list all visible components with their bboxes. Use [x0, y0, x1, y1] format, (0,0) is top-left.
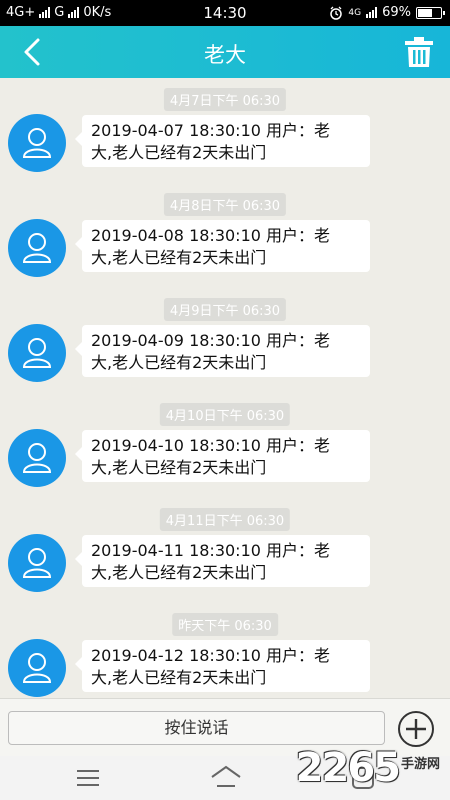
user-icon [22, 338, 52, 368]
message-list[interactable]: 4月7日下午 06:30 2019-04-07 18:30:10 用户：老 大,… [0, 78, 450, 698]
status-bar: 4G+ G 0K/s 14:30 4G 69% [0, 0, 450, 26]
message-line: 大,老人已经有2天未出门 [91, 563, 267, 582]
message-line: 2019-04-12 18:30:10 用户：老 [91, 646, 331, 665]
message-time: 昨天下午 06:30 [172, 613, 278, 636]
plus-icon[interactable] [397, 710, 435, 748]
avatar[interactable] [8, 324, 66, 382]
message-line: 大,老人已经有2天未出门 [91, 248, 267, 267]
message-line: 2019-04-09 18:30:10 用户：老 [91, 331, 331, 350]
message-line: 2019-04-11 18:30:10 用户：老 [91, 541, 331, 560]
watermark-suffix: 手游网 [400, 757, 440, 772]
app-header: 老大 [0, 26, 450, 78]
avatar[interactable] [8, 219, 66, 277]
message-time: 4月7日下午 06:30 [163, 88, 287, 111]
message-bubble[interactable]: 2019-04-10 18:30:10 用户：老 大,老人已经有2天未出门 [75, 430, 370, 482]
home-icon[interactable] [209, 764, 243, 790]
alarm-icon [330, 6, 343, 20]
user-icon [22, 653, 52, 683]
battery-fill [418, 8, 433, 17]
message-time: 4月9日下午 06:30 [163, 298, 287, 321]
user-icon [22, 233, 52, 263]
menu-icon[interactable] [76, 768, 100, 788]
battery-icon [416, 6, 445, 19]
user-icon [22, 443, 52, 473]
trash-icon[interactable] [402, 35, 436, 69]
avatar[interactable] [8, 429, 66, 487]
message-line: 2019-04-08 18:30:10 用户：老 [91, 226, 331, 245]
network-4g-label: 4G [348, 7, 362, 18]
battery-percent: 69% [382, 5, 411, 20]
avatar[interactable] [8, 534, 66, 592]
message-bubble[interactable]: 2019-04-09 18:30:10 用户：老 大,老人已经有2天未出门 [75, 325, 370, 377]
watermark-number: 2265 [295, 745, 401, 791]
message-line: 大,老人已经有2天未出门 [91, 143, 267, 162]
message-time: 4月8日下午 06:30 [163, 193, 287, 216]
message-time: 4月10日下午 06:30 [159, 403, 291, 426]
avatar[interactable] [8, 114, 66, 172]
user-icon [22, 128, 52, 158]
message-line: 2019-04-10 18:30:10 用户：老 [91, 436, 331, 455]
watermark-logo: 2265 手游网 [296, 748, 440, 788]
page-title: 老大 [204, 43, 246, 67]
user-icon [22, 548, 52, 578]
message-bubble[interactable]: 2019-04-12 18:30:10 用户：老 大,老人已经有2天未出门 [75, 640, 370, 692]
hold-to-talk-button[interactable]: 按住说话 [8, 711, 385, 745]
message-line: 2019-04-07 18:30:10 用户：老 [91, 121, 331, 140]
status-right: 4G 69% [329, 5, 445, 20]
avatar[interactable] [8, 639, 66, 697]
signal-3-icon [366, 7, 378, 18]
message-line: 大,老人已经有2天未出门 [91, 353, 267, 372]
message-line: 大,老人已经有2天未出门 [91, 668, 267, 687]
message-bubble[interactable]: 2019-04-07 18:30:10 用户：老 大,老人已经有2天未出门 [75, 115, 370, 167]
message-bubble[interactable]: 2019-04-08 18:30:10 用户：老 大,老人已经有2天未出门 [75, 220, 370, 272]
message-line: 大,老人已经有2天未出门 [91, 458, 267, 477]
message-bubble[interactable]: 2019-04-11 18:30:10 用户：老 大,老人已经有2天未出门 [75, 535, 370, 587]
message-time: 4月11日下午 06:30 [159, 508, 291, 531]
